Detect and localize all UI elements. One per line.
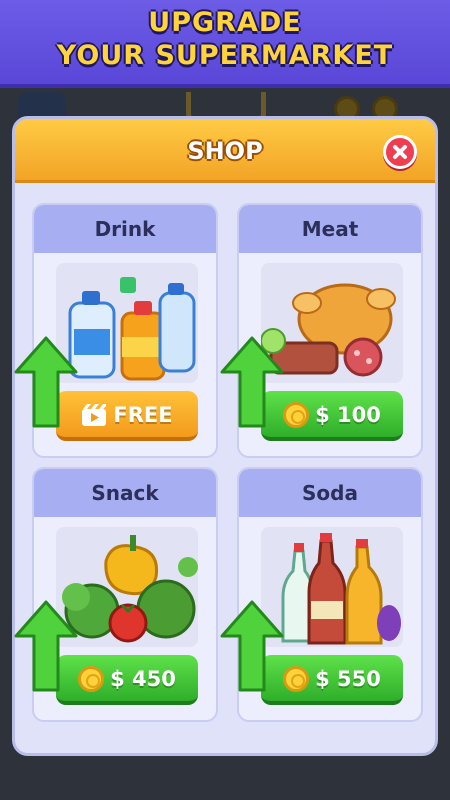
upgrade-arrow-icon bbox=[220, 336, 284, 428]
video-ad-icon bbox=[82, 404, 107, 426]
price-label: $ 550 bbox=[315, 667, 381, 691]
item-name: Meat bbox=[239, 205, 421, 253]
upgrade-banner: UPGRADE YOUR SUPERMARKET bbox=[0, 0, 450, 88]
close-icon bbox=[393, 145, 407, 159]
coin-icon bbox=[283, 666, 310, 692]
price-label: FREE bbox=[113, 403, 173, 427]
item-name: Soda bbox=[239, 469, 421, 517]
item-name: Drink bbox=[34, 205, 216, 253]
upgrade-arrow-icon bbox=[14, 600, 78, 692]
close-button[interactable] bbox=[383, 135, 417, 169]
banner-title-line-2: YOUR SUPERMARKET bbox=[56, 40, 394, 71]
upgrade-arrow-icon bbox=[220, 600, 284, 692]
upgrade-arrow-icon bbox=[14, 336, 78, 428]
price-label: $ 100 bbox=[315, 403, 381, 427]
item-name: Snack bbox=[34, 469, 216, 517]
price-label: $ 450 bbox=[110, 667, 176, 691]
banner-title-line-1: UPGRADE bbox=[148, 7, 302, 38]
coin-icon bbox=[283, 402, 310, 428]
shop-header: SHOP bbox=[15, 119, 435, 183]
coin-icon bbox=[78, 666, 105, 692]
shop-title: SHOP bbox=[187, 137, 263, 165]
